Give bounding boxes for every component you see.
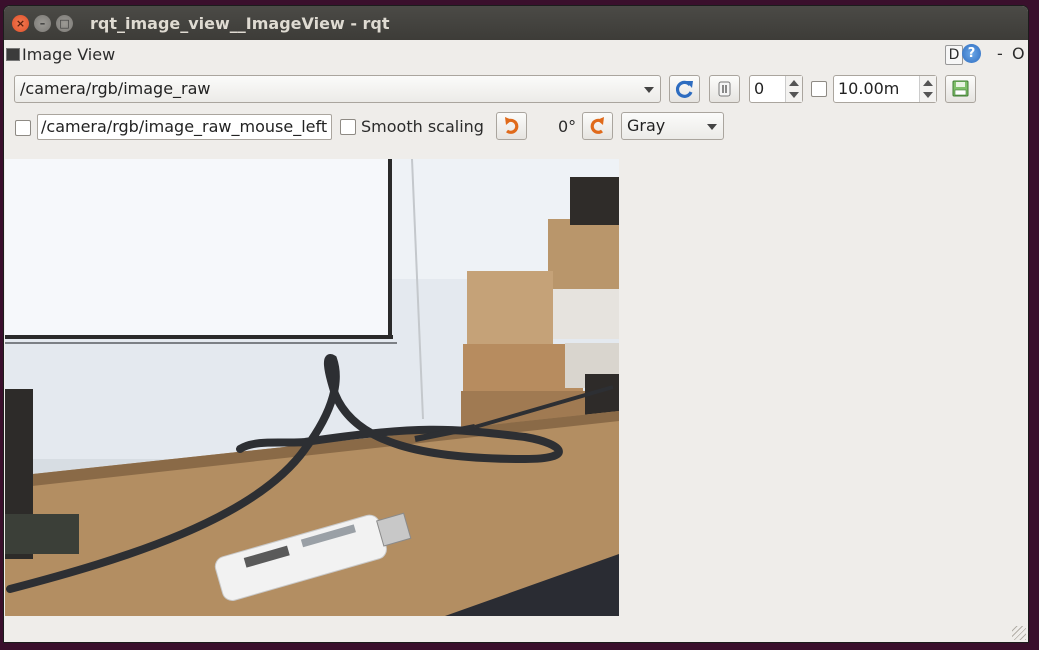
chevron-down-icon (707, 124, 717, 130)
duration-spinbox-value: 10.00m (838, 79, 900, 98)
dock-minimize-button[interactable]: - (997, 44, 1003, 63)
duration-checkbox[interactable] (811, 81, 827, 97)
refresh-icon (675, 80, 693, 98)
maximize-window-button[interactable]: □ (56, 15, 73, 32)
rqt-window: × – □ rqt_image_view__ImageView - rqt Im… (4, 6, 1028, 642)
chevron-down-icon (644, 87, 654, 93)
save-image-button[interactable] (945, 75, 976, 103)
colormap-combobox[interactable]: Gray (621, 112, 724, 140)
topic-combobox[interactable]: /camera/rgb/image_raw (14, 75, 661, 103)
dock-d-button[interactable]: D (945, 45, 963, 65)
refresh-topics-button[interactable] (669, 75, 700, 103)
save-icon (952, 80, 969, 97)
rotate-left-icon (505, 117, 519, 134)
camera-image[interactable] (5, 159, 619, 616)
smooth-scaling-label: Smooth scaling (361, 117, 484, 136)
mouse-topic-input[interactable]: /camera/rgb/image_raw_mouse_left (37, 114, 332, 140)
rotation-label: 0° (558, 117, 577, 136)
pause-icon (718, 81, 731, 97)
spin-down-icon (789, 92, 799, 98)
minimize-window-button[interactable]: – (34, 15, 51, 32)
dock-options-button[interactable]: O (1012, 44, 1025, 63)
spin-up-icon (789, 80, 799, 86)
window-title: rqt_image_view__ImageView - rqt (90, 14, 390, 33)
colormap-combobox-value: Gray (627, 116, 666, 135)
frame-spinbox[interactable]: 0 (749, 75, 803, 103)
frame-spinbox-value: 0 (754, 79, 765, 98)
dock-title: Image View (22, 45, 116, 64)
duration-spinbox-buttons[interactable] (919, 76, 936, 102)
dock-widget-icon (6, 48, 20, 61)
rotate-right-icon (590, 117, 604, 134)
spin-up-icon (923, 80, 933, 86)
title-bar: × – □ rqt_image_view__ImageView - rqt (4, 6, 1028, 40)
resize-grip[interactable] (1012, 626, 1026, 640)
duration-spinbox[interactable]: 10.00m (833, 75, 937, 103)
close-window-button[interactable]: × (12, 15, 29, 32)
pause-button[interactable] (709, 75, 740, 103)
publish-mouse-checkbox[interactable] (15, 120, 31, 136)
smooth-scaling-checkbox[interactable] (340, 119, 356, 135)
camera-image-render (5, 159, 619, 616)
dock-header: Image View D ? - O (4, 44, 1028, 66)
rotate-right-button[interactable] (582, 112, 613, 140)
spin-down-icon (923, 92, 933, 98)
topic-combobox-value: /camera/rgb/image_raw (20, 79, 211, 98)
rotate-left-button[interactable] (496, 112, 527, 140)
mouse-topic-input-value: /camera/rgb/image_raw_mouse_left (41, 117, 328, 136)
spinbox-buttons[interactable] (785, 76, 802, 102)
help-button[interactable]: ? (962, 44, 981, 63)
